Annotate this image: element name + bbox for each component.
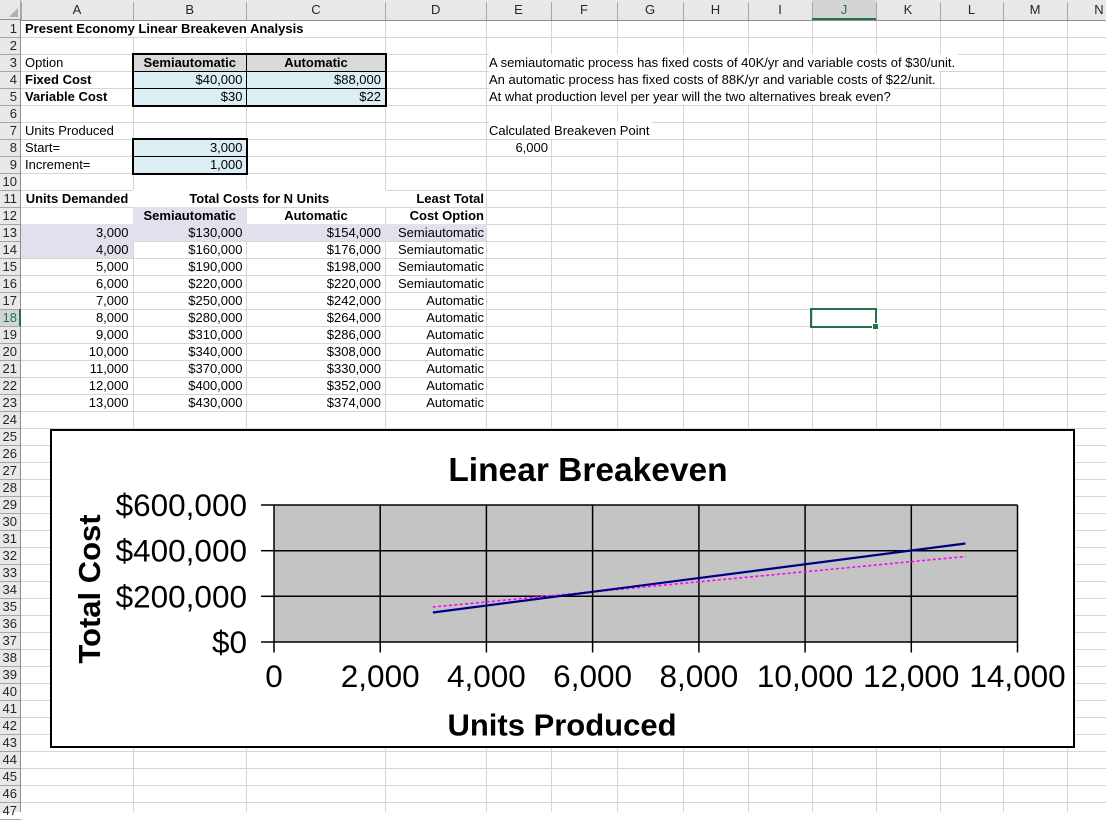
svg-text:14,000: 14,000 [969,658,1065,694]
svg-text:8,000: 8,000 [659,658,738,694]
svg-text:0: 0 [265,658,283,694]
svg-text:2,000: 2,000 [341,658,420,694]
svg-text:10,000: 10,000 [757,658,853,694]
svg-text:$400,000: $400,000 [116,533,247,569]
svg-text:$0: $0 [212,624,247,660]
svg-text:$600,000: $600,000 [116,487,247,523]
svg-text:Total Cost: Total Cost [72,514,107,663]
svg-text:Linear Breakeven: Linear Breakeven [448,452,727,489]
svg-text:6,000: 6,000 [553,658,632,694]
svg-text:4,000: 4,000 [447,658,526,694]
svg-text:12,000: 12,000 [863,658,959,694]
svg-text:Units Produced: Units Produced [447,708,676,743]
svg-text:$200,000: $200,000 [116,578,247,614]
